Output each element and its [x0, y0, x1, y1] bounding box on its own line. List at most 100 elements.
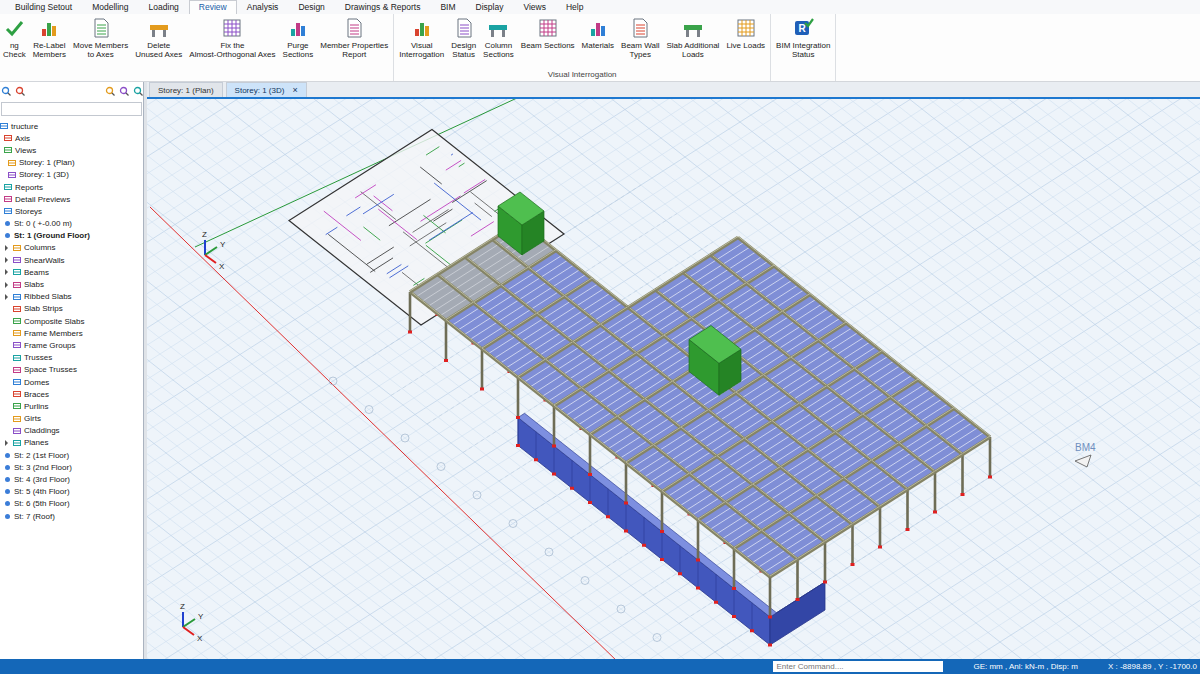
ribbon-button[interactable]: ngCheck	[0, 17, 29, 59]
tree-item[interactable]: Trusses	[0, 352, 143, 364]
tree-item[interactable]: Storeys	[0, 205, 143, 217]
menu-tab[interactable]: Loading	[139, 0, 189, 14]
beam	[800, 404, 836, 433]
ribbon-button[interactable]: Live Loads	[723, 17, 768, 50]
tree-item[interactable]: tructure	[0, 120, 143, 132]
tree-item[interactable]: St: 0 ( +-0.00 m)	[0, 218, 143, 230]
expand-arrow-icon[interactable]	[5, 294, 8, 300]
beam-edge	[798, 541, 826, 559]
close-button[interactable]: ×	[292, 85, 297, 95]
support-marker	[552, 445, 556, 448]
menu-tab[interactable]: Building Setout	[5, 0, 82, 14]
expand-arrow-icon[interactable]	[5, 257, 8, 263]
tree-item[interactable]: ShearWalls	[0, 254, 143, 266]
button-label: Unused Axes	[135, 50, 182, 59]
filter-icon[interactable]	[119, 86, 129, 96]
tree-item[interactable]: St: 4 (3rd Floor)	[0, 473, 143, 485]
tree-item[interactable]: Slab Strips	[0, 303, 143, 315]
expand-arrow-icon[interactable]	[5, 245, 8, 251]
expand-arrow-icon[interactable]	[5, 440, 8, 446]
ribbon-button[interactable]: Fix theAlmost-Orthogonal Axes	[186, 17, 278, 59]
structure-3d-view[interactable]: BM4ZYXZYX	[147, 99, 1200, 659]
expand-arrow-icon[interactable]	[5, 282, 8, 288]
command-input[interactable]	[773, 661, 943, 672]
support-marker	[732, 615, 736, 618]
tree-item[interactable]: St: 5 (4th Floor)	[0, 486, 143, 498]
icon-shape	[5, 209, 12, 214]
tree-search-field[interactable]	[1, 102, 142, 116]
tree-item[interactable]: Domes	[0, 376, 143, 388]
expand-arrow-icon[interactable]	[5, 269, 8, 275]
menu-tab[interactable]: BIM	[430, 0, 465, 14]
tree-item[interactable]: Frame Groups	[0, 339, 143, 351]
menu-tab[interactable]: Display	[466, 0, 514, 14]
menu-tab[interactable]: Review	[189, 0, 237, 14]
beam-edge	[618, 416, 654, 445]
tree-item[interactable]: Columns	[0, 242, 143, 254]
tree-item[interactable]: St: 1 (Ground Floor)	[0, 230, 143, 242]
tree-item[interactable]: St: 6 (5th Floor)	[0, 498, 143, 510]
grid-line	[147, 99, 1200, 659]
tree-item-label: Detail Previews	[15, 195, 70, 204]
ribbon-button[interactable]: DeleteUnused Axes	[132, 17, 185, 59]
menu-tab[interactable]: Modelling	[82, 0, 138, 14]
tree-item[interactable]: St: 2 (1st Floor)	[0, 449, 143, 461]
tree-item[interactable]: Slabs	[0, 278, 143, 290]
ribbon-button[interactable]: DesignStatus	[448, 17, 479, 59]
beam-edge	[734, 548, 770, 577]
menu-tab[interactable]: Design	[288, 0, 334, 14]
zoom-icon[interactable]	[105, 86, 115, 96]
ribbon-button[interactable]: Move Membersto Axes	[70, 17, 131, 59]
tree-item[interactable]: Purlins	[0, 400, 143, 412]
ribbon-button[interactable]: Beam Sections	[518, 17, 578, 50]
column	[445, 321, 448, 361]
menu-tab[interactable]: Drawings & Reports	[335, 0, 431, 14]
sort-icon[interactable]	[15, 86, 25, 96]
tree-item[interactable]: Storey: 1 (3D)	[0, 169, 143, 181]
tree-item[interactable]: Space Trusses	[0, 364, 143, 376]
grid-line	[147, 99, 1200, 659]
ribbon-button[interactable]: ColumnSections	[480, 17, 517, 59]
collapse-icon[interactable]	[1, 86, 11, 96]
beam-edge	[510, 313, 538, 331]
ribbon-button[interactable]: Re-LabelMembers	[30, 17, 69, 59]
ribbon-button[interactable]: PurgeSections	[280, 17, 317, 59]
plan-line	[426, 147, 439, 155]
menu-tab[interactable]: Help	[556, 0, 593, 14]
tree-item[interactable]: St: 3 (2nd Floor)	[0, 461, 143, 473]
tree-item[interactable]: Ribbed Slabs	[0, 291, 143, 303]
ribbon-button[interactable]: VisualInterrogation	[396, 17, 447, 59]
tree-item[interactable]: Frame Members	[0, 327, 143, 339]
beam-edge	[772, 403, 800, 421]
ribbon-group: VisualInterrogationDesignStatusColumnSec…	[394, 14, 771, 81]
grid-line	[147, 99, 1200, 659]
document-tab[interactable]: Storey: 1 (3D)×	[226, 82, 307, 97]
tree-item[interactable]: Axis	[0, 132, 143, 144]
tree-item[interactable]: Views	[0, 144, 143, 156]
tree-item[interactable]: Planes	[0, 437, 143, 449]
tree-item[interactable]: Composite Slabs	[0, 315, 143, 327]
menu-tab[interactable]: Views	[513, 0, 556, 14]
tree-item-label: St: 2 (1st Floor)	[14, 451, 69, 460]
tree-item[interactable]: Braces	[0, 388, 143, 400]
tree-item[interactable]: Girts	[0, 413, 143, 425]
menu-tab[interactable]: Analysis	[237, 0, 289, 14]
ribbon-button[interactable]: Beam WallTypes	[618, 17, 662, 59]
tree-item[interactable]: Beams	[0, 266, 143, 278]
3d-canvas[interactable]: BM4ZYXZYX	[147, 99, 1200, 659]
tree-item[interactable]: Storey: 1 (Plan)	[0, 157, 143, 169]
ribbon-button[interactable]: Slab AdditionalLoads	[663, 17, 722, 59]
ribbon-button[interactable]: RBIM IntegrationStatus	[773, 17, 833, 59]
beam	[637, 354, 673, 383]
ribbon-button[interactable]: Materials	[579, 17, 617, 50]
document-tab[interactable]: Storey: 1 (Plan)	[149, 82, 223, 97]
tree-item[interactable]: Reports	[0, 181, 143, 193]
tree-item[interactable]: Claddings	[0, 425, 143, 437]
tree-item[interactable]: Detail Previews	[0, 193, 143, 205]
tree-node-icon	[13, 378, 21, 386]
tree-item[interactable]: St: 7 (Roof)	[0, 510, 143, 522]
settings-icon[interactable]	[133, 86, 143, 96]
ribbon-button[interactable]: Member PropertiesReport	[317, 17, 391, 59]
tree-item-label: St: 7 (Roof)	[14, 512, 55, 521]
beam-edge	[853, 506, 881, 524]
